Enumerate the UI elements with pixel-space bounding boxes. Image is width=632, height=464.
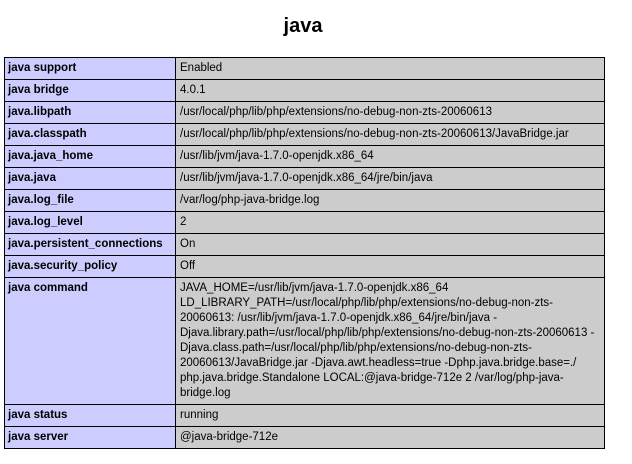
row-key: java.java_home — [4, 145, 176, 168]
row-value: @java-bridge-712e — [175, 426, 605, 449]
row-value: On — [175, 233, 605, 256]
row-value: Off — [175, 255, 605, 278]
row-key: java command — [4, 277, 176, 405]
row-key: java.log_level — [4, 211, 176, 234]
row-key: java server — [4, 426, 176, 449]
page-title: java — [283, 15, 323, 37]
row-key: java bridge — [4, 79, 176, 102]
table-row: java.libpath /usr/local/php/lib/php/exte… — [4, 101, 605, 124]
row-value: JAVA_HOME=/usr/lib/jvm/java-1.7.0-openjd… — [175, 277, 605, 405]
table-row: java.persistent_connections On — [4, 233, 605, 256]
row-key: java.libpath — [4, 101, 176, 124]
table-row: java.classpath /usr/local/php/lib/php/ex… — [4, 123, 605, 146]
row-value: /usr/lib/jvm/java-1.7.0-openjdk.x86_64 — [175, 145, 605, 168]
row-key: java status — [4, 404, 176, 427]
row-value: /usr/lib/jvm/java-1.7.0-openjdk.x86_64/j… — [175, 167, 605, 190]
java-info-table: java support Enabled java bridge 4.0.1 j… — [4, 57, 605, 449]
table-row: java status running — [4, 404, 605, 427]
row-key: java.persistent_connections — [4, 233, 176, 256]
table-row: java server @java-bridge-712e — [4, 426, 605, 449]
table-row: java.log_file /var/log/php-java-bridge.l… — [4, 189, 605, 212]
row-key: java.log_file — [4, 189, 176, 212]
table-row: java command JAVA_HOME=/usr/lib/jvm/java… — [4, 277, 605, 405]
row-value: /usr/local/php/lib/php/extensions/no-deb… — [175, 123, 605, 146]
table-row: java.security_policy Off — [4, 255, 605, 278]
row-value: 4.0.1 — [175, 79, 605, 102]
row-value: /var/log/php-java-bridge.log — [175, 189, 605, 212]
table-row: java.log_level 2 — [4, 211, 605, 234]
row-key: java support — [4, 57, 176, 80]
row-value: running — [175, 404, 605, 427]
table-row: java support Enabled — [4, 57, 605, 80]
row-key: java.classpath — [4, 123, 176, 146]
row-key: java.java — [4, 167, 176, 190]
row-value: /usr/local/php/lib/php/extensions/no-deb… — [175, 101, 605, 124]
table-row: java bridge 4.0.1 — [4, 79, 605, 102]
table-row: java.java_home /usr/lib/jvm/java-1.7.0-o… — [4, 145, 605, 168]
table-row: java.java /usr/lib/jvm/java-1.7.0-openjd… — [4, 167, 605, 190]
row-value: 2 — [175, 211, 605, 234]
row-value: Enabled — [175, 57, 605, 80]
row-key: java.security_policy — [4, 255, 176, 278]
